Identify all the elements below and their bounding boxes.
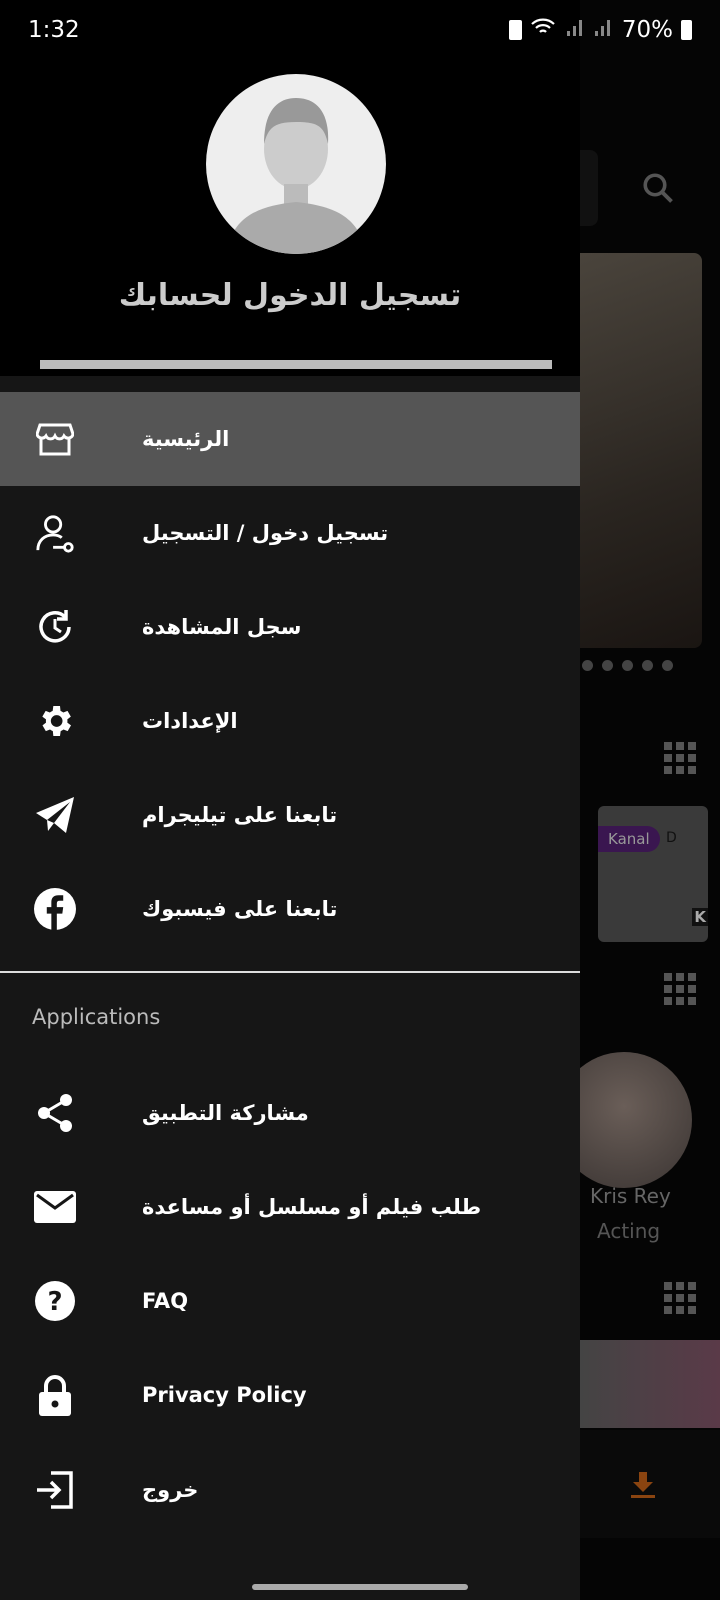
header-progress-bar bbox=[40, 360, 552, 369]
share-icon bbox=[34, 1092, 76, 1134]
clock: 1:32 bbox=[28, 17, 80, 43]
logout-icon bbox=[34, 1469, 76, 1511]
banner-image[interactable] bbox=[580, 253, 702, 648]
carousel-dots bbox=[582, 660, 673, 671]
battery-icon bbox=[681, 20, 692, 40]
grid-icon[interactable] bbox=[664, 1282, 696, 1314]
menu-item-privacy[interactable]: Privacy Policy bbox=[0, 1348, 580, 1442]
svg-text:?: ? bbox=[47, 1287, 62, 1317]
grid-icon[interactable] bbox=[664, 742, 696, 774]
gesture-handle[interactable] bbox=[252, 1584, 468, 1590]
login-prompt[interactable]: تسجيل الدخول لحسابك bbox=[0, 278, 580, 313]
navigation-drawer: تسجيل الدخول لحسابك الرئيسية تسجيل دخول … bbox=[0, 0, 580, 1600]
menu-item-faq[interactable]: ? FAQ bbox=[0, 1254, 580, 1348]
battery-level: 70% bbox=[621, 17, 673, 43]
mail-icon bbox=[34, 1186, 76, 1228]
user-key-icon bbox=[34, 512, 76, 554]
person-name: Kris Rey bbox=[590, 1184, 671, 1208]
battery-saver-icon bbox=[508, 20, 522, 40]
menu-item-settings[interactable]: الإعدادات bbox=[0, 674, 580, 768]
menu-item-watch-history[interactable]: سجل المشاهدة bbox=[0, 580, 580, 674]
gear-icon bbox=[34, 700, 76, 742]
store-icon bbox=[34, 418, 76, 460]
status-bar: 1:32 70% bbox=[0, 0, 720, 60]
history-icon bbox=[34, 606, 76, 648]
avatar[interactable] bbox=[206, 74, 386, 254]
search-icon[interactable] bbox=[640, 170, 676, 210]
channel-badge: Kanal bbox=[598, 826, 660, 852]
background-content: Kanal D K Kris Rey Acting bbox=[556, 0, 720, 1600]
section-header-applications: Applications bbox=[32, 1005, 161, 1029]
menu-item-share-app[interactable]: مشاركة التطبيق bbox=[0, 1066, 580, 1160]
menu-item-logout[interactable]: خروج bbox=[0, 1443, 580, 1537]
menu-item-facebook[interactable]: تابعنا على فيسبوك bbox=[0, 862, 580, 956]
person-role: Acting bbox=[597, 1219, 661, 1243]
poster-image[interactable] bbox=[580, 1340, 720, 1428]
wifi-icon bbox=[530, 16, 558, 44]
help-icon: ? bbox=[34, 1280, 76, 1322]
divider bbox=[0, 971, 580, 973]
menu-item-telegram[interactable]: تابعنا على تيليجرام bbox=[0, 768, 580, 862]
signal-icon bbox=[594, 17, 614, 43]
facebook-icon bbox=[34, 888, 76, 930]
grid-icon[interactable] bbox=[664, 973, 696, 1005]
signal-icon bbox=[566, 17, 586, 43]
channel-card[interactable]: Kanal D K bbox=[598, 806, 708, 942]
telegram-icon bbox=[34, 794, 76, 836]
menu-item-home[interactable]: الرئيسية bbox=[0, 392, 580, 486]
menu-item-login[interactable]: تسجيل دخول / التسجيل bbox=[0, 486, 580, 580]
menu-item-request[interactable]: طلب فيلم أو مسلسل أو مساعدة bbox=[0, 1160, 580, 1254]
download-icon[interactable] bbox=[630, 1470, 656, 1504]
lock-icon bbox=[34, 1374, 76, 1416]
